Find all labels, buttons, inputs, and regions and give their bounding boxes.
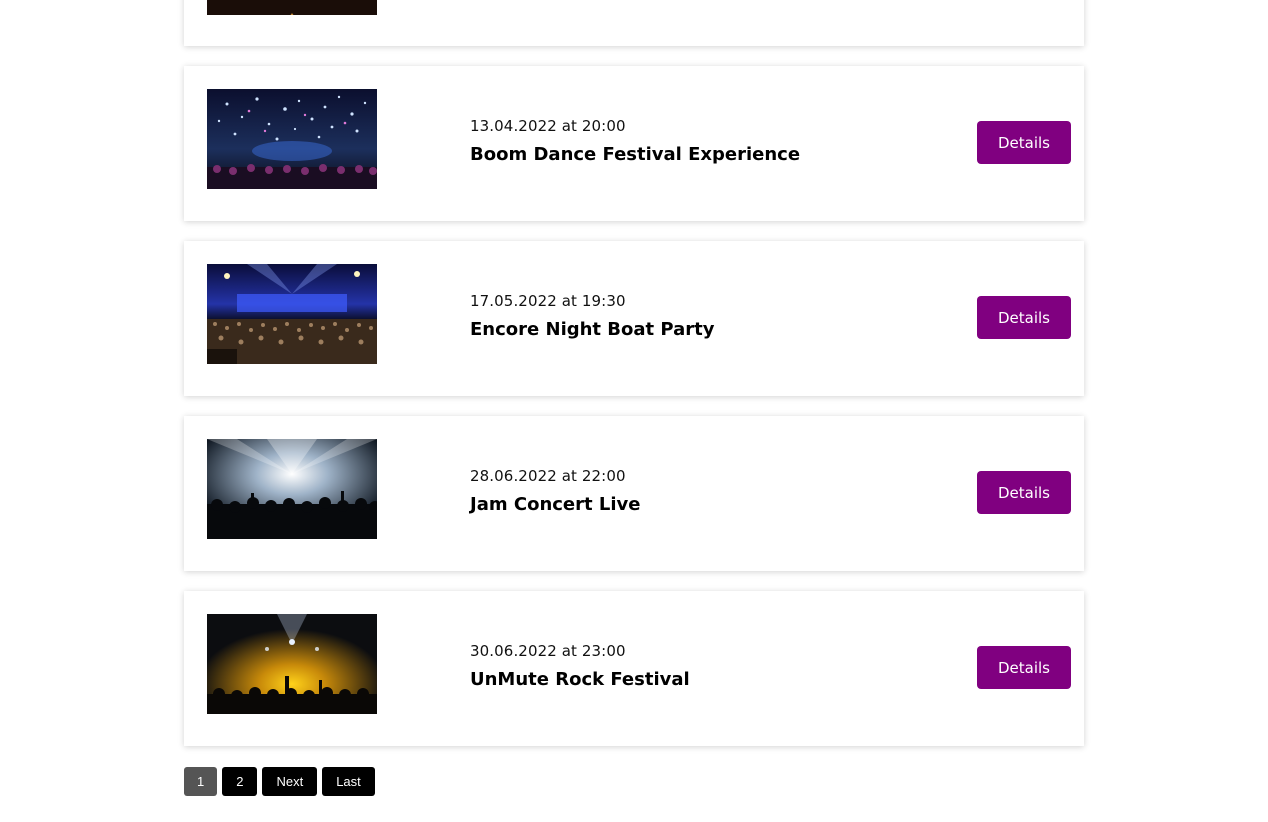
event-card-partial: [184, 0, 1084, 46]
page-2-button[interactable]: 2: [222, 767, 258, 796]
event-date: 13.04.2022 at 20:00: [470, 117, 626, 135]
next-page-button[interactable]: Next: [262, 767, 318, 796]
yellow-stage-crowd-image: [207, 614, 377, 714]
details-button[interactable]: Details: [977, 121, 1071, 164]
event-info: 13.04.2022 at 20:00 Boom Dance Festival …: [470, 116, 800, 166]
pagination: 1 2 Next Last: [184, 767, 375, 796]
last-page-button[interactable]: Last: [322, 767, 375, 796]
event-title: Encore Night Boat Party: [470, 319, 715, 340]
page-1-button[interactable]: 1: [184, 767, 218, 796]
event-card: 30.06.2022 at 23:00 UnMute Rock Festival…: [184, 591, 1084, 746]
event-title: Jam Concert Live: [470, 494, 641, 515]
event-title: UnMute Rock Festival: [470, 669, 690, 690]
event-date: 17.05.2022 at 19:30: [470, 292, 626, 310]
arena-blue-lights-image: [207, 264, 377, 364]
confetti-crowd-image: [207, 89, 377, 189]
event-card: 28.06.2022 at 22:00 Jam Concert Live Det…: [184, 416, 1084, 571]
event-title: Boom Dance Festival Experience: [470, 144, 801, 165]
event-info: 28.06.2022 at 22:00 Jam Concert Live: [470, 466, 640, 516]
event-info: 30.06.2022 at 23:00 UnMute Rock Festival: [470, 641, 690, 691]
details-button[interactable]: Details: [977, 296, 1071, 339]
event-card: 17.05.2022 at 19:30 Encore Night Boat Pa…: [184, 241, 1084, 396]
event-date: 28.06.2022 at 22:00: [470, 467, 626, 485]
white-spotlights-crowd-image: [207, 439, 377, 539]
event-info: 17.05.2022 at 19:30 Encore Night Boat Pa…: [470, 291, 714, 341]
details-button[interactable]: Details: [977, 471, 1071, 514]
event-card: 13.04.2022 at 20:00 Boom Dance Festival …: [184, 66, 1084, 221]
event-date: 30.06.2022 at 23:00: [470, 642, 626, 660]
details-button[interactable]: Details: [977, 646, 1071, 689]
event-thumbnail-partial: [207, 0, 377, 15]
